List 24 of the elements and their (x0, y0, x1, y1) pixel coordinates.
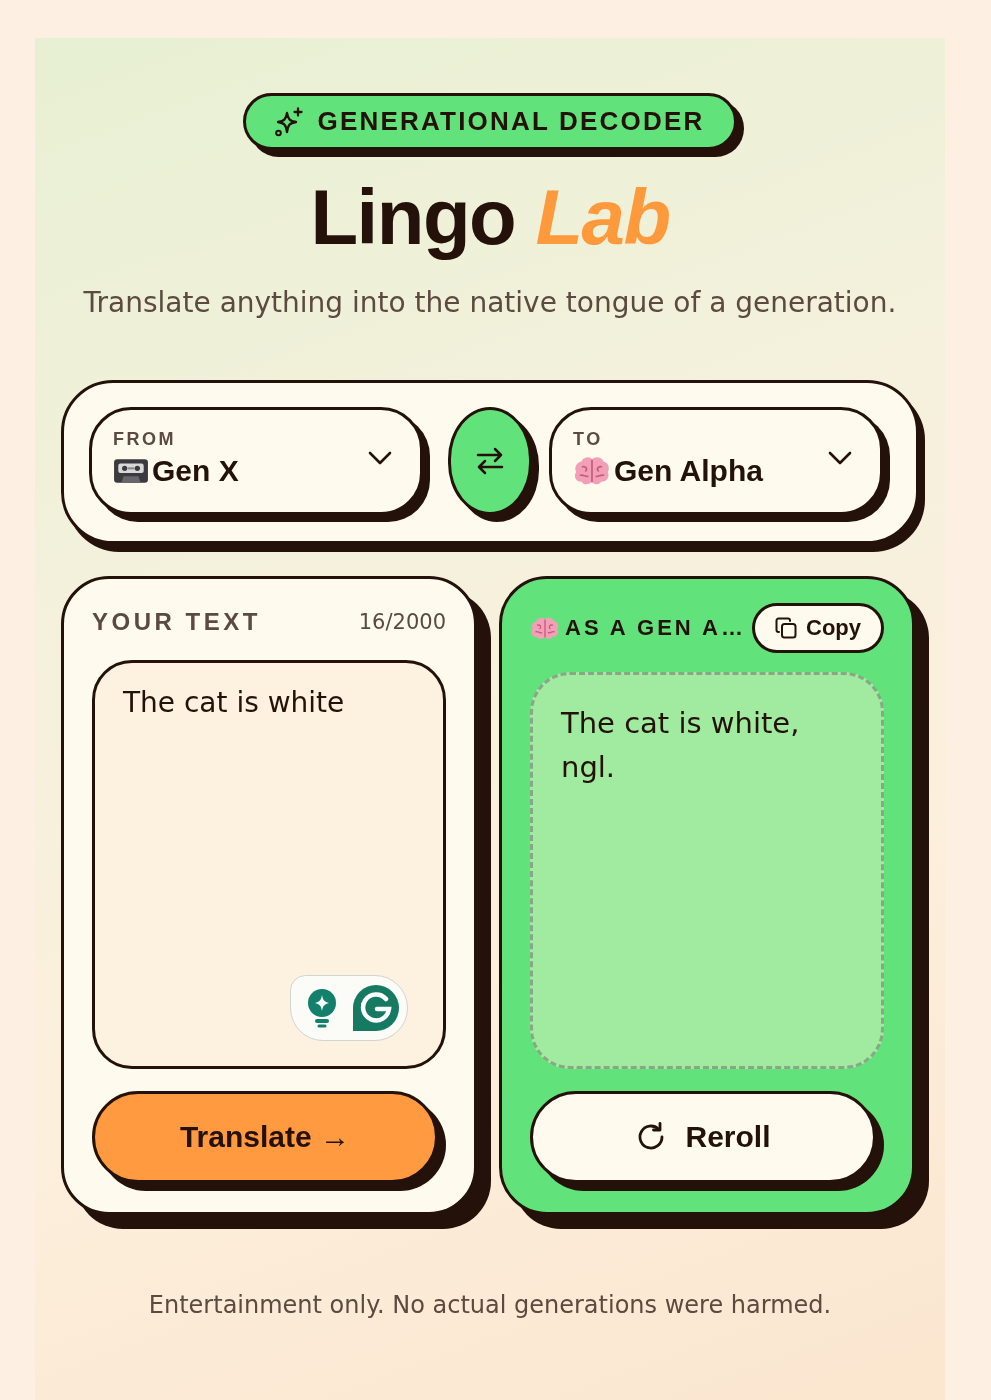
text-input-field[interactable]: The cat is white (92, 660, 446, 1069)
writing-assistant-widget[interactable] (290, 975, 408, 1041)
badge-label: GENERATIONAL DECODER (317, 106, 705, 137)
bulb-icon (305, 988, 339, 1028)
select-value: Gen X (152, 452, 239, 489)
copy-button[interactable]: Copy (752, 603, 884, 653)
select-value: Gen Alpha (614, 452, 763, 489)
select-label: FROM (113, 427, 177, 450)
subtitle: Translate anything into the native tongue of a generation. (83, 286, 897, 320)
chevron-down-icon (368, 451, 392, 465)
cassette-icon (113, 456, 149, 485)
brain-icon (530, 615, 560, 641)
character-count: 16/2000 (358, 610, 446, 634)
disclaimer-text: Entertainment only. No actual generations were harmed. (148, 1290, 832, 1320)
chevron-down-icon (828, 451, 852, 465)
select-label: TO (573, 427, 604, 450)
sparkle-icon (273, 106, 304, 137)
input-heading: YOUR TEXT (92, 608, 261, 636)
brain-icon (573, 454, 611, 487)
swap-arrows-icon (475, 447, 505, 475)
translation-output: The cat is white, ngl. (530, 672, 884, 1069)
copy-icon (774, 616, 798, 640)
g-bubble-icon (351, 983, 401, 1033)
output-heading: AS A GEN A… (565, 615, 746, 641)
